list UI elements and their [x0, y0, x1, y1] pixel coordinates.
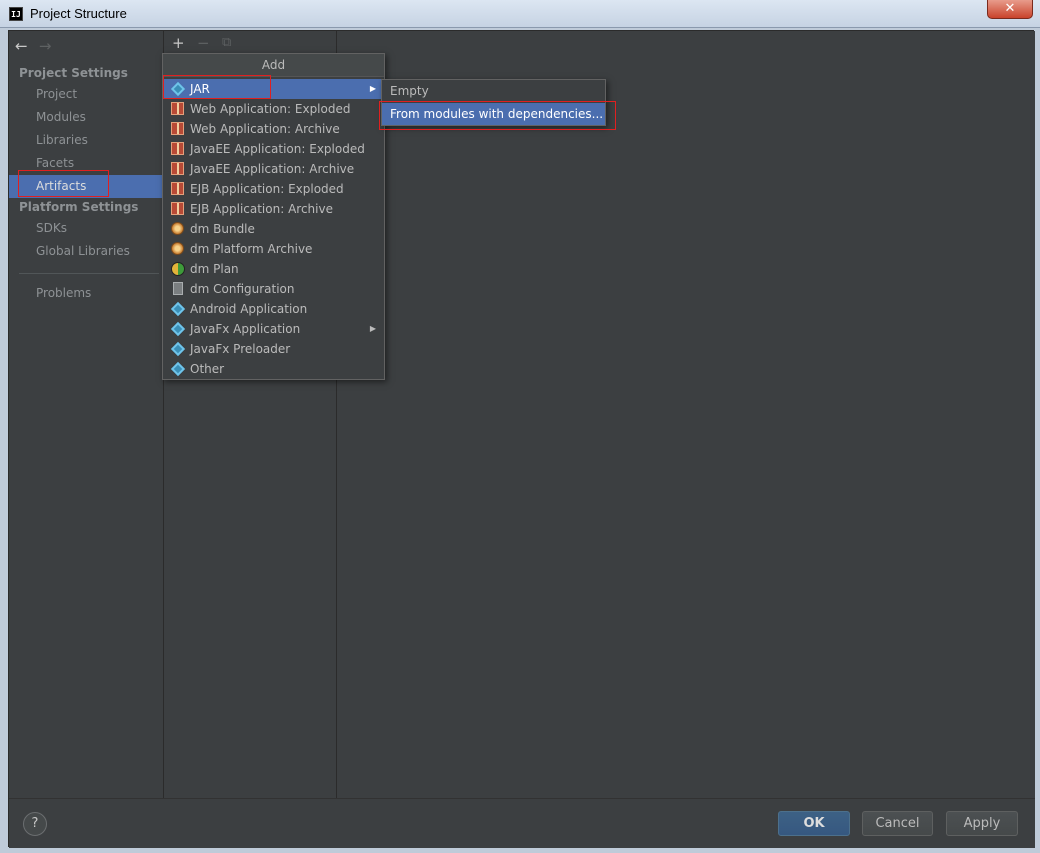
menu-item-android-application[interactable]: Android Application [163, 299, 384, 319]
web-exploded-icon [171, 102, 185, 116]
javaee-archive-icon [171, 162, 185, 176]
platform-settings-heading: Platform Settings [19, 200, 139, 214]
submenu-arrow-icon: ▶ [369, 84, 376, 93]
menu-item-label: dm Platform Archive [190, 242, 313, 256]
nav-item-facets[interactable]: Facets [9, 152, 163, 175]
dm-bundle-icon [171, 222, 185, 236]
dm-config-icon [171, 282, 185, 296]
help-button[interactable]: ? [23, 812, 47, 836]
ejb-archive-icon [171, 202, 185, 216]
submenu-item-empty[interactable]: Empty [382, 80, 605, 102]
menu-item-label: Web Application: Exploded [190, 102, 351, 116]
dm-plan-icon [171, 262, 185, 276]
title-bar: IJ Project Structure ✕ [0, 0, 1040, 28]
menu-item-label: JavaFx Preloader [190, 342, 291, 356]
menu-item-label: JavaEE Application: Exploded [190, 142, 365, 156]
javafx-app-icon [170, 321, 186, 337]
menu-item-javaee-archive[interactable]: JavaEE Application: Archive [163, 159, 384, 179]
add-icon[interactable]: + [172, 34, 185, 52]
nav-item-sdks[interactable]: SDKs [9, 217, 163, 240]
menu-item-other[interactable]: Other [163, 359, 384, 379]
menu-item-javafx-preloader[interactable]: JavaFx Preloader [163, 339, 384, 359]
menu-item-label: dm Configuration [190, 282, 295, 296]
apply-button[interactable]: Apply [946, 811, 1018, 836]
back-arrow-icon[interactable]: ← [15, 37, 35, 55]
menu-item-ejb-exploded[interactable]: EJB Application: Exploded [163, 179, 384, 199]
other-icon [170, 361, 186, 377]
window-frame: ← → Project Settings Project Modules Lib… [0, 28, 1040, 853]
menu-item-label: JavaEE Application: Archive [190, 162, 355, 176]
nav-item-libraries[interactable]: Libraries [9, 129, 163, 152]
remove-icon[interactable]: − [197, 34, 210, 52]
dialog-button-bar: ? OK Cancel Apply [9, 798, 1035, 848]
nav-item-project[interactable]: Project [9, 83, 163, 106]
menu-item-dm-configuration[interactable]: dm Configuration [163, 279, 384, 299]
menu-item-label: Web Application: Archive [190, 122, 340, 136]
close-window-button[interactable]: ✕ [987, 0, 1033, 19]
web-archive-icon [171, 122, 185, 136]
menu-item-javaee-exploded[interactable]: JavaEE Application: Exploded [163, 139, 384, 159]
dm-platform-icon [171, 242, 185, 256]
menu-item-label: dm Bundle [190, 222, 255, 236]
nav-item-global-libraries[interactable]: Global Libraries [9, 240, 163, 263]
menu-item-web-archive[interactable]: Web Application: Archive [163, 119, 384, 139]
cancel-button[interactable]: Cancel [862, 811, 933, 836]
menu-item-dm-platform-archive[interactable]: dm Platform Archive [163, 239, 384, 259]
artifacts-toolbar: + − ⧉ [164, 31, 338, 55]
javaee-exploded-icon [171, 142, 185, 156]
menu-item-label: Other [190, 362, 225, 376]
ejb-exploded-icon [171, 182, 185, 196]
menu-item-label: JavaFx Application [190, 322, 301, 336]
project-settings-heading: Project Settings [19, 66, 128, 80]
nav-divider [19, 273, 159, 274]
menu-item-javafx-application[interactable]: JavaFx Application ▶ [163, 319, 384, 339]
menu-item-web-exploded[interactable]: Web Application: Exploded [163, 99, 384, 119]
nav-item-modules[interactable]: Modules [9, 106, 163, 129]
copy-icon[interactable]: ⧉ [222, 34, 231, 52]
menu-item-label: EJB Application: Exploded [190, 182, 344, 196]
submenu-arrow-icon: ▶ [369, 324, 376, 333]
menu-item-label: Android Application [190, 302, 308, 316]
jar-icon [170, 81, 186, 97]
javafx-preloader-icon [170, 341, 186, 357]
jar-submenu: Empty From modules with dependencies... [381, 79, 606, 126]
forward-arrow-icon[interactable]: → [39, 37, 59, 55]
menu-item-label: EJB Application: Archive [190, 202, 333, 216]
menu-item-label: dm Plan [190, 262, 239, 276]
nav-item-artifacts[interactable]: Artifacts [9, 175, 163, 198]
popup-title: Add [163, 54, 384, 77]
menu-item-jar[interactable]: JAR ▶ [163, 79, 384, 99]
nav-history-buttons: ← → [15, 37, 59, 55]
menu-item-dm-bundle[interactable]: dm Bundle [163, 219, 384, 239]
ok-button[interactable]: OK [778, 811, 850, 836]
menu-item-ejb-archive[interactable]: EJB Application: Archive [163, 199, 384, 219]
add-artifact-popup: Add JAR ▶ Web Application: Exploded Web … [162, 53, 385, 380]
window-title: Project Structure [30, 6, 127, 21]
menu-item-dm-plan[interactable]: dm Plan [163, 259, 384, 279]
android-icon [170, 301, 186, 317]
settings-nav: ← → Project Settings Project Modules Lib… [9, 31, 163, 798]
menu-item-label: JAR [190, 82, 210, 96]
close-icon: ✕ [1004, 1, 1016, 16]
nav-item-problems[interactable]: Problems [9, 282, 163, 305]
artifact-details-panel [338, 31, 1035, 798]
submenu-item-from-modules[interactable]: From modules with dependencies... [382, 103, 605, 125]
intellij-app-icon: IJ [9, 7, 23, 21]
